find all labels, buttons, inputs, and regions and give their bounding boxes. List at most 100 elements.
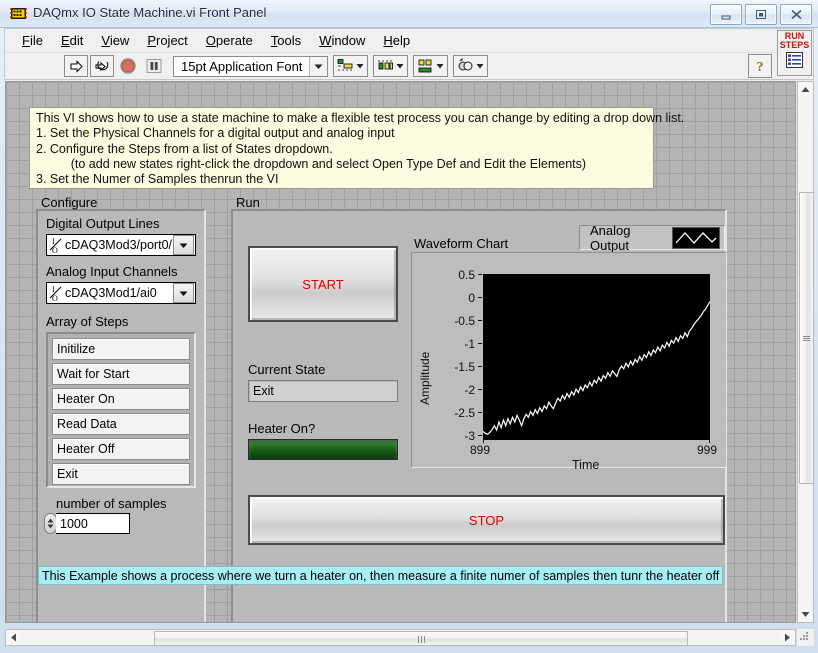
analog-input-channels-ring[interactable]: I O cDAQ3Mod1/ai0 [46, 282, 196, 304]
analog-input-channels-label: Analog Input Channels [46, 264, 178, 279]
run-steps-line2: STEPS [779, 40, 810, 50]
abort-execution-icon [120, 58, 136, 74]
font-dropdown-button[interactable] [309, 56, 328, 76]
reorder-objects-dropdown[interactable] [453, 55, 489, 77]
labview-vi-icon [10, 8, 27, 19]
chart-y-tick: -1.5 [454, 360, 475, 374]
vertical-scrollbar[interactable] [797, 81, 814, 623]
start-button[interactable]: START [248, 246, 398, 322]
io-channel-icon: I O [47, 235, 64, 255]
chevron-down-icon [314, 64, 323, 69]
scroll-right-button[interactable] [780, 630, 795, 645]
instruction-line-5: 3. Set the Numer of Samples thenrun the … [36, 172, 279, 187]
close-button[interactable] [780, 4, 812, 25]
digital-output-dropdown-button[interactable] [173, 235, 194, 255]
array-of-steps-label: Array of Steps [46, 314, 129, 329]
instruction-line-1: This VI shows how to use a state machine… [36, 111, 685, 125]
menu-view[interactable]: View [92, 31, 138, 50]
menu-bar: File Edit View Project Operate Tools Win… [4, 28, 814, 52]
array-of-steps-container: Initilize Wait for Start Heater On Read … [46, 332, 196, 488]
array-step-item[interactable]: Heater Off [52, 438, 190, 460]
menu-window[interactable]: Window [310, 31, 374, 50]
minimize-button[interactable] [710, 4, 742, 25]
chart-tick-mark [478, 389, 482, 390]
maximize-icon [756, 10, 766, 19]
scroll-down-button[interactable] [798, 607, 813, 622]
chart-tick-mark [478, 366, 482, 367]
horizontal-scrollbar[interactable] [5, 629, 796, 646]
run-steps-button[interactable]: RUN STEPS [777, 30, 812, 76]
run-button[interactable] [64, 55, 88, 77]
toolbar: 15pt Application Font [4, 52, 814, 80]
run-section-label: Run [236, 195, 260, 210]
align-objects-icon [338, 59, 353, 71]
instruction-line-3: 2. Configure the Steps from a list of St… [36, 141, 333, 156]
maximize-button[interactable] [745, 4, 777, 25]
io-channel-icon: I O [47, 283, 64, 303]
array-step-item[interactable]: Heater On [52, 388, 190, 410]
number-of-samples-control[interactable]: 1000 [44, 513, 130, 534]
waveform-chart[interactable]: Amplitude 0.5 0 -0.5 -1 -1.5 -2 -2.5 -3 [411, 252, 727, 472]
run-continuously-button[interactable] [90, 55, 114, 77]
chevron-down-icon [356, 64, 364, 69]
chart-legend[interactable]: Analog Output [579, 223, 725, 253]
legend-plot-swatch [672, 226, 720, 249]
svg-text:?: ? [757, 60, 764, 74]
analog-input-dropdown-button[interactable] [173, 283, 194, 303]
heater-on-led [248, 439, 398, 460]
resize-objects-dropdown[interactable] [413, 55, 449, 77]
run-arrow-icon [70, 59, 83, 73]
vertical-scroll-thumb[interactable] [799, 192, 814, 484]
run-continuously-icon [95, 60, 109, 71]
chart-y-tick: -2.5 [454, 406, 475, 420]
array-step-item[interactable]: Read Data [52, 413, 190, 435]
menu-edit[interactable]: Edit [52, 31, 92, 50]
reorder-objects-icon [458, 58, 473, 71]
horizontal-scroll-thumb[interactable] [154, 631, 688, 646]
chart-tick-mark [478, 274, 482, 275]
stop-button[interactable]: STOP [248, 495, 725, 545]
distribute-objects-dropdown[interactable] [373, 55, 409, 77]
align-objects-dropdown[interactable] [333, 55, 369, 77]
front-panel-canvas: This VI shows how to use a state machine… [5, 81, 796, 623]
abort-execution-button[interactable] [116, 55, 140, 77]
resize-grip[interactable] [797, 629, 814, 646]
menu-help[interactable]: Help [374, 31, 419, 50]
chevron-down-icon [396, 64, 404, 69]
array-step-item[interactable]: Wait for Start [52, 363, 190, 385]
window-controls [710, 4, 812, 25]
chart-tick-mark [478, 412, 482, 413]
font-selector[interactable]: 15pt Application Font [173, 55, 329, 77]
scroll-left-button[interactable] [6, 630, 21, 645]
triangle-right-icon [785, 633, 790, 642]
scroll-up-button[interactable] [798, 82, 813, 97]
context-help-icon: ? [757, 60, 764, 74]
context-help-button[interactable]: ? [748, 54, 772, 78]
menu-file[interactable]: File [13, 31, 52, 50]
array-step-item[interactable]: Exit [52, 463, 190, 485]
waveform-chart-title: Waveform Chart [414, 236, 509, 251]
chart-tick-mark [478, 320, 482, 321]
chart-x-tick: 899 [470, 443, 491, 457]
labview-front-panel-window: DAQmx IO State Machine.vi Front Panel Fi… [0, 0, 818, 653]
number-of-samples-value[interactable]: 1000 [56, 513, 130, 534]
triangle-down-icon [801, 612, 810, 617]
chart-plot-area[interactable] [483, 274, 710, 440]
chart-y-tick: -0.5 [454, 314, 475, 328]
chart-tick-mark [478, 343, 482, 344]
instructions-box: This VI shows how to use a state machine… [29, 107, 685, 189]
pause-button[interactable] [142, 55, 166, 77]
current-state-indicator: Exit [248, 380, 398, 402]
instruction-line-2: 1. Set the Physical Channels for a digit… [36, 126, 395, 141]
window-title: DAQmx IO State Machine.vi Front Panel [33, 5, 267, 20]
menu-operate[interactable]: Operate [197, 31, 262, 50]
chart-y-tick: 0.5 [458, 268, 475, 282]
menu-tools[interactable]: Tools [262, 31, 310, 50]
current-state-label: Current State [248, 362, 326, 377]
triangle-left-icon [11, 633, 16, 642]
chart-y-tick: -1 [464, 337, 475, 351]
menu-project[interactable]: Project [138, 31, 196, 50]
array-step-item[interactable]: Initilize [52, 338, 190, 360]
digital-output-lines-ring[interactable]: I O cDAQ3Mod3/port0/ [46, 234, 196, 256]
chevron-down-icon [476, 64, 484, 69]
